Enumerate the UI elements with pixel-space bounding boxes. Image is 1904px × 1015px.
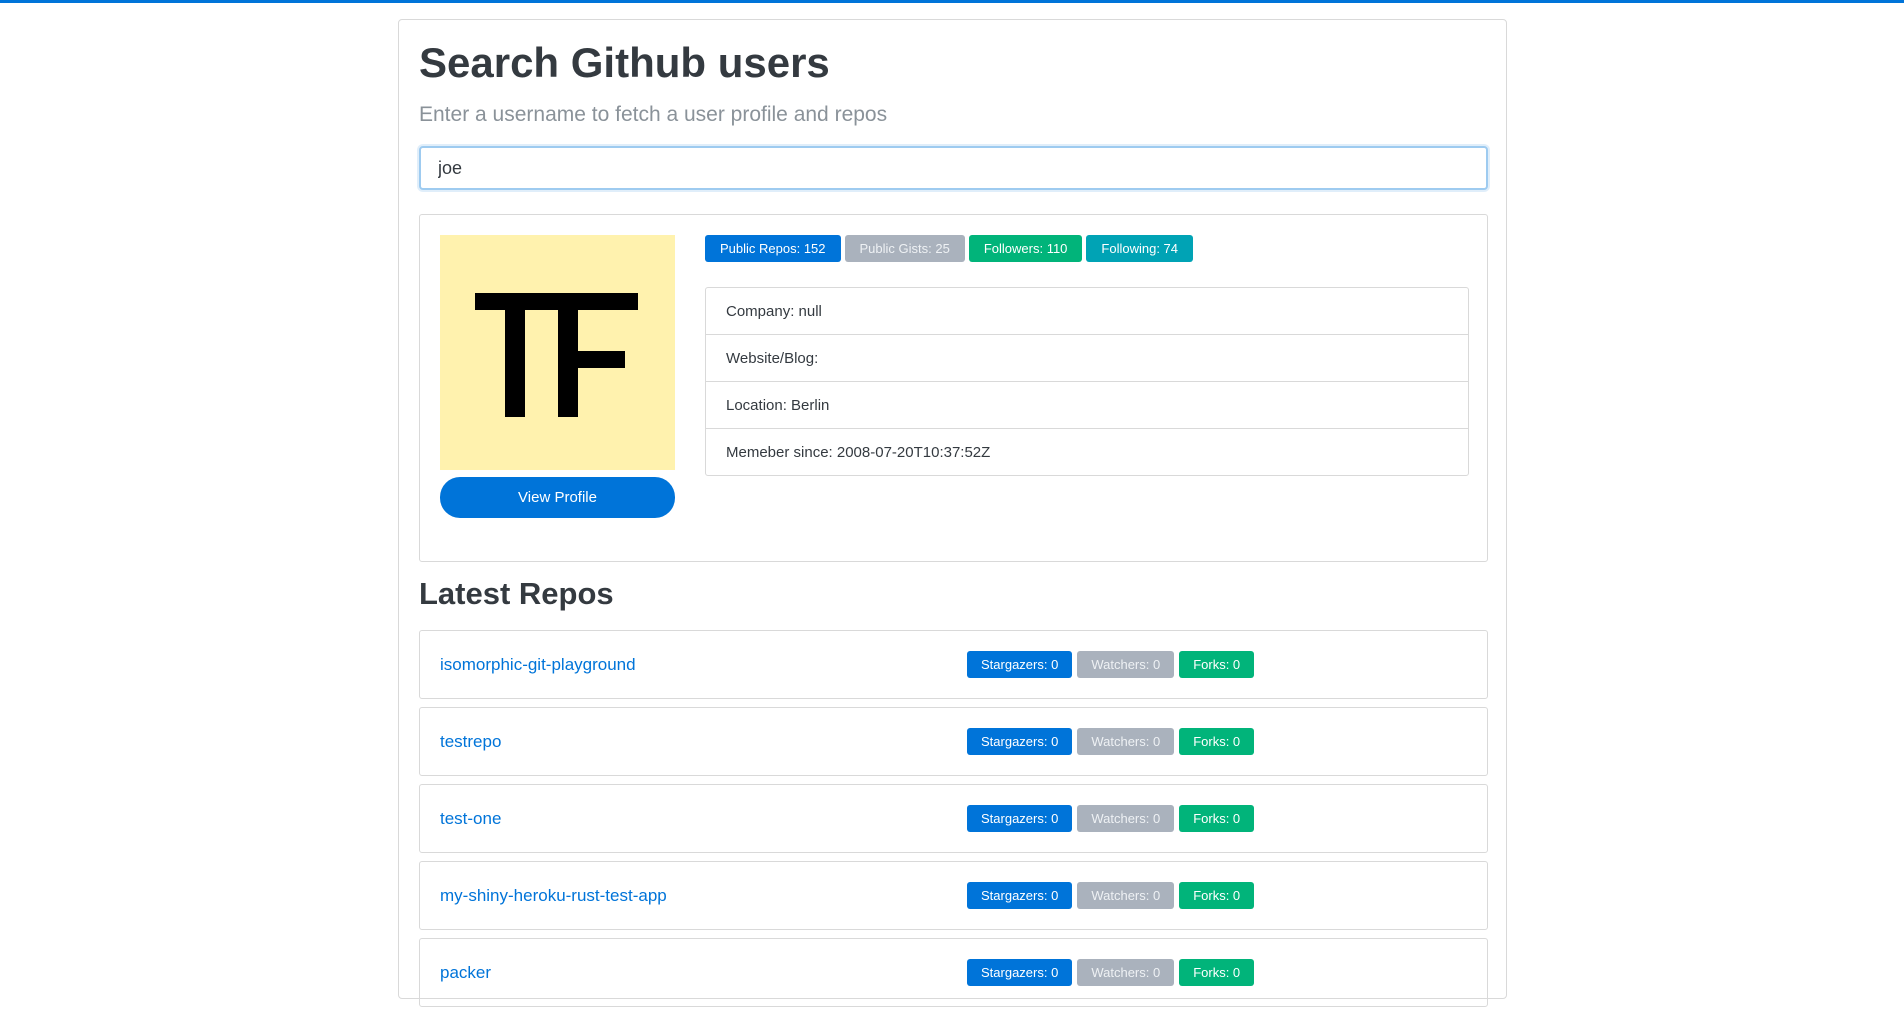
watchers-badge: Watchers: 0 (1077, 651, 1175, 678)
repo-link[interactable]: my-shiny-heroku-rust-test-app (440, 862, 667, 929)
forks-badge: Forks: 0 (1179, 805, 1255, 832)
forks-badge: Forks: 0 (1179, 882, 1255, 909)
stargazers-badge: Stargazers: 0 (967, 728, 1073, 755)
main-container: Search Github users Enter a username to … (398, 19, 1507, 1007)
location-item: Location: Berlin (706, 382, 1468, 429)
watchers-badge: Watchers: 0 (1077, 882, 1175, 909)
repo-stats: Stargazers: 0 Watchers: 0 Forks: 0 (967, 882, 1255, 909)
following-badge: Following: 74 (1086, 235, 1194, 262)
page-subtitle: Enter a username to fetch a user profile… (419, 103, 888, 126)
forks-badge: Forks: 0 (1179, 728, 1255, 755)
company-item: Company: null (706, 288, 1468, 335)
repo-card: test-one Stargazers: 0 Watchers: 0 Forks… (419, 784, 1488, 853)
search-input[interactable] (419, 146, 1488, 190)
watchers-badge: Watchers: 0 (1077, 805, 1175, 832)
stargazers-badge: Stargazers: 0 (967, 651, 1073, 678)
repo-link[interactable]: isomorphic-git-playground (440, 631, 636, 698)
repo-stats: Stargazers: 0 Watchers: 0 Forks: 0 (967, 728, 1255, 755)
latest-repos-title: Latest Repos (419, 576, 614, 611)
repo-card: testrepo Stargazers: 0 Watchers: 0 Forks… (419, 707, 1488, 776)
repo-stats: Stargazers: 0 Watchers: 0 Forks: 0 (967, 651, 1255, 678)
profile-stats: Public Repos: 152 Public Gists: 25 Follo… (705, 235, 1194, 262)
repo-list: isomorphic-git-playground Stargazers: 0 … (419, 630, 1488, 1015)
page-title: Search Github users (419, 39, 830, 86)
public-repos-badge: Public Repos: 152 (705, 235, 841, 262)
watchers-badge: Watchers: 0 (1077, 728, 1175, 755)
forks-badge: Forks: 0 (1179, 651, 1255, 678)
avatar (440, 235, 675, 470)
website-item: Website/Blog: (706, 335, 1468, 382)
stargazers-badge: Stargazers: 0 (967, 805, 1073, 832)
repo-card: my-shiny-heroku-rust-test-app Stargazers… (419, 861, 1488, 930)
stargazers-badge: Stargazers: 0 (967, 882, 1073, 909)
followers-badge: Followers: 110 (968, 235, 1083, 262)
top-accent-bar (0, 0, 1904, 3)
profile-details-list: Company: null Website/Blog: Location: Be… (705, 287, 1469, 476)
profile-card: View Profile Public Repos: 152 Public Gi… (419, 214, 1488, 562)
view-profile-button[interactable]: View Profile (440, 477, 675, 518)
member-since-item: Memeber since: 2008-07-20T10:37:52Z (726, 443, 991, 461)
repo-link[interactable]: test-one (440, 785, 501, 852)
repo-card: isomorphic-git-playground Stargazers: 0 … (419, 630, 1488, 699)
repo-stats: Stargazers: 0 Watchers: 0 Forks: 0 (967, 805, 1255, 832)
public-gists-badge: Public Gists: 25 (844, 235, 965, 262)
repo-link[interactable]: testrepo (440, 708, 501, 775)
avatar-image (440, 235, 675, 470)
